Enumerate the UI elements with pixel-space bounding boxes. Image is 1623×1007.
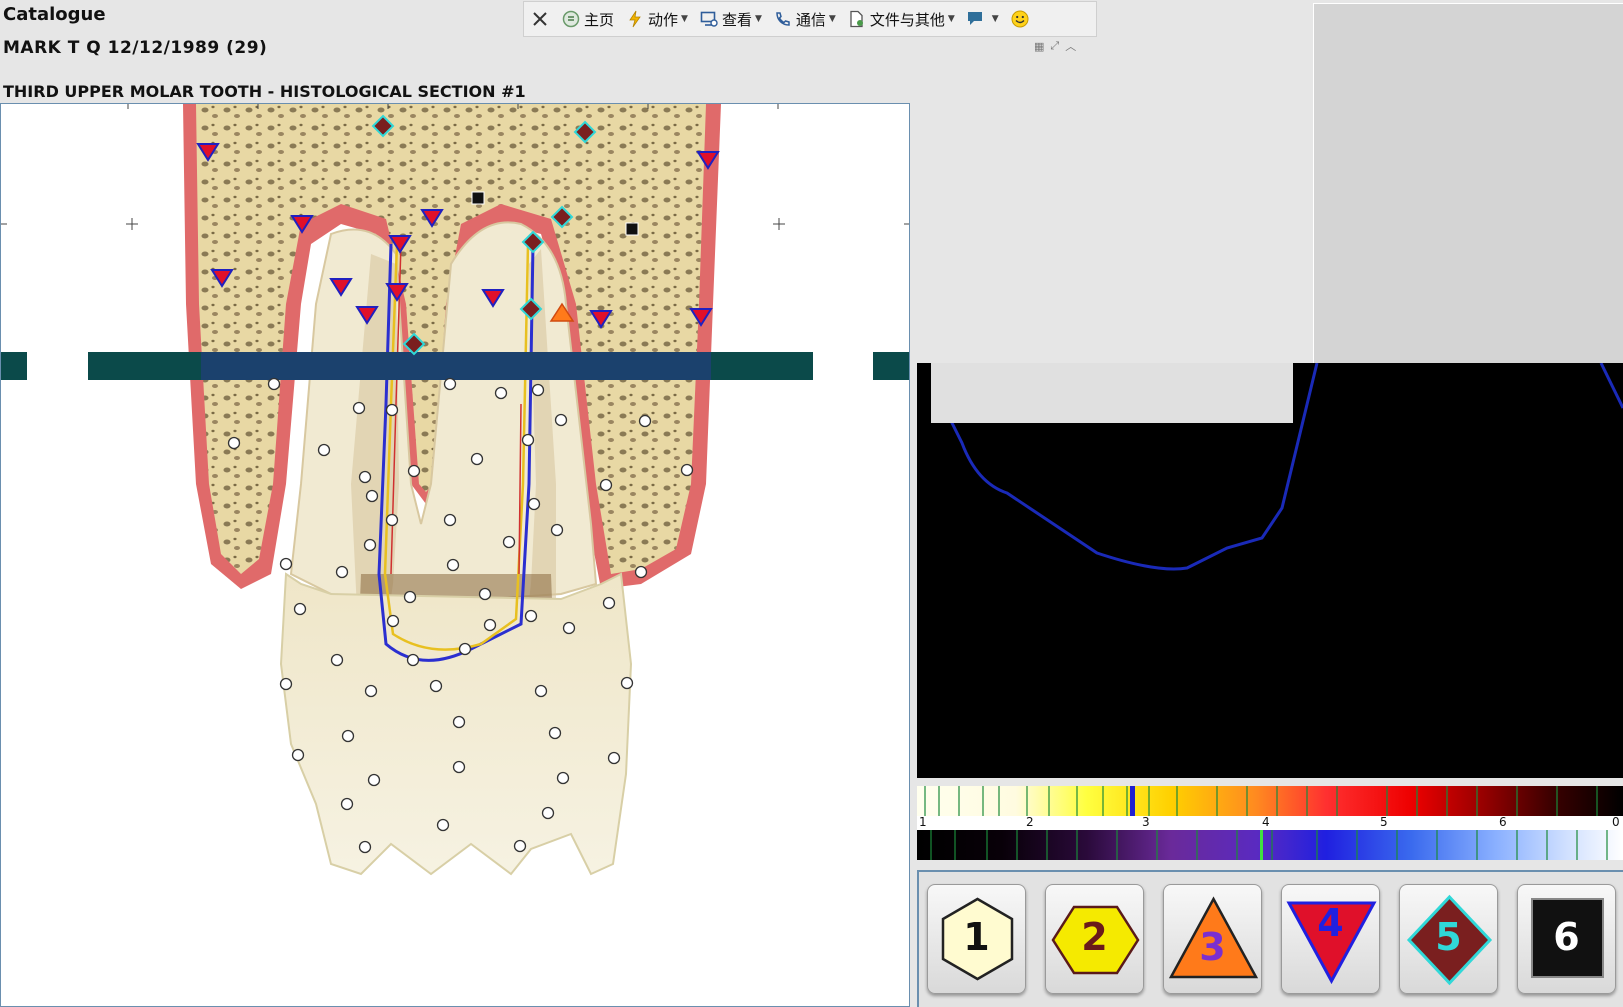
view-menu[interactable]: 查看 ▼ — [700, 9, 762, 30]
smiley-button[interactable] — [1011, 10, 1033, 28]
tooth-image-panel — [0, 103, 910, 1007]
marker-4-button[interactable]: 4 — [1281, 884, 1380, 994]
toolbar-controls: ▦ ⤢ ︿ — [1034, 38, 1084, 54]
main-toolbar: 主页 动作 ▼ 查看 ▼ 通信 ▼ 文件与其他 ▼ ▼ — [523, 1, 1097, 37]
chevron-down-icon: ▼ — [828, 14, 836, 24]
view-icon — [700, 11, 718, 27]
marker-1-label: 1 — [963, 915, 990, 959]
marker-1-button[interactable]: 1 — [927, 884, 1026, 994]
view-menu-label: 查看 — [721, 10, 752, 29]
chat-icon — [967, 12, 982, 25]
color-spectrum-top — [917, 786, 1623, 816]
marker-2-label: 2 — [1081, 915, 1108, 959]
action-menu-label: 动作 — [648, 10, 679, 29]
home-menu[interactable]: 主页 — [562, 9, 614, 30]
collapse-icon[interactable]: ︿ — [1065, 38, 1076, 54]
scale-label: 1 — [919, 815, 927, 829]
phone-icon — [776, 12, 790, 26]
marker-5-button[interactable]: 5 — [1399, 884, 1498, 994]
spectrum-scale: 1 2 3 4 5 6 0 — [917, 815, 1623, 830]
close-button[interactable] — [530, 9, 550, 29]
app-title: Catalogue — [3, 4, 106, 25]
tooth-section-image[interactable] — [1, 104, 910, 1007]
scale-label: 3 — [1142, 815, 1150, 829]
close-icon — [533, 12, 547, 26]
chat-button[interactable]: ▼ — [967, 10, 999, 28]
graph-overlay-panel — [931, 363, 1293, 423]
communication-menu[interactable]: 通信 ▼ — [774, 9, 836, 30]
section-title: THIRD UPPER MOLAR TOOTH - HISTOLOGICAL S… — [3, 82, 526, 101]
action-menu[interactable]: 动作 ▼ — [626, 9, 688, 30]
file-menu[interactable]: 文件与其他 ▼ — [848, 9, 955, 30]
file-icon — [850, 10, 863, 28]
grid-icon[interactable]: ▦ — [1034, 40, 1044, 53]
marker-3-label: 3 — [1199, 925, 1226, 969]
scale-label: 2 — [1026, 815, 1034, 829]
lightning-icon — [629, 10, 641, 28]
marker-button-panel: 1 2 3 4 5 6 — [917, 870, 1623, 1007]
chevron-down-icon: ▼ — [991, 14, 999, 24]
scale-label: 6 — [1499, 815, 1507, 829]
scale-label: 5 — [1380, 815, 1388, 829]
marker-2-button[interactable]: 2 — [1045, 884, 1144, 994]
communication-menu-label: 通信 — [795, 10, 826, 29]
chevron-down-icon: ▼ — [754, 14, 762, 24]
waveform-graph — [917, 363, 1623, 778]
home-menu-label: 主页 — [584, 10, 615, 29]
preview-panel — [1313, 3, 1623, 364]
marker-5-label: 5 — [1435, 915, 1462, 959]
file-menu-label: 文件与其他 — [869, 10, 945, 29]
chevron-down-icon: ▼ — [947, 14, 955, 24]
marker-6-button[interactable]: 6 — [1517, 884, 1616, 994]
expand-icon[interactable]: ⤢ — [1050, 39, 1059, 53]
marker-6-label: 6 — [1553, 915, 1580, 959]
color-spectrum-bottom — [917, 830, 1623, 860]
chevron-down-icon: ▼ — [681, 14, 688, 24]
scale-label: 4 — [1262, 815, 1270, 829]
scale-label: 0 — [1612, 815, 1620, 829]
patient-info: MARK T Q 12/12/1989 (29) — [3, 38, 268, 58]
marker-3-button[interactable]: 3 — [1163, 884, 1262, 994]
marker-4-label: 4 — [1317, 901, 1344, 945]
smiley-icon — [1011, 10, 1029, 28]
home-icon — [562, 10, 580, 28]
